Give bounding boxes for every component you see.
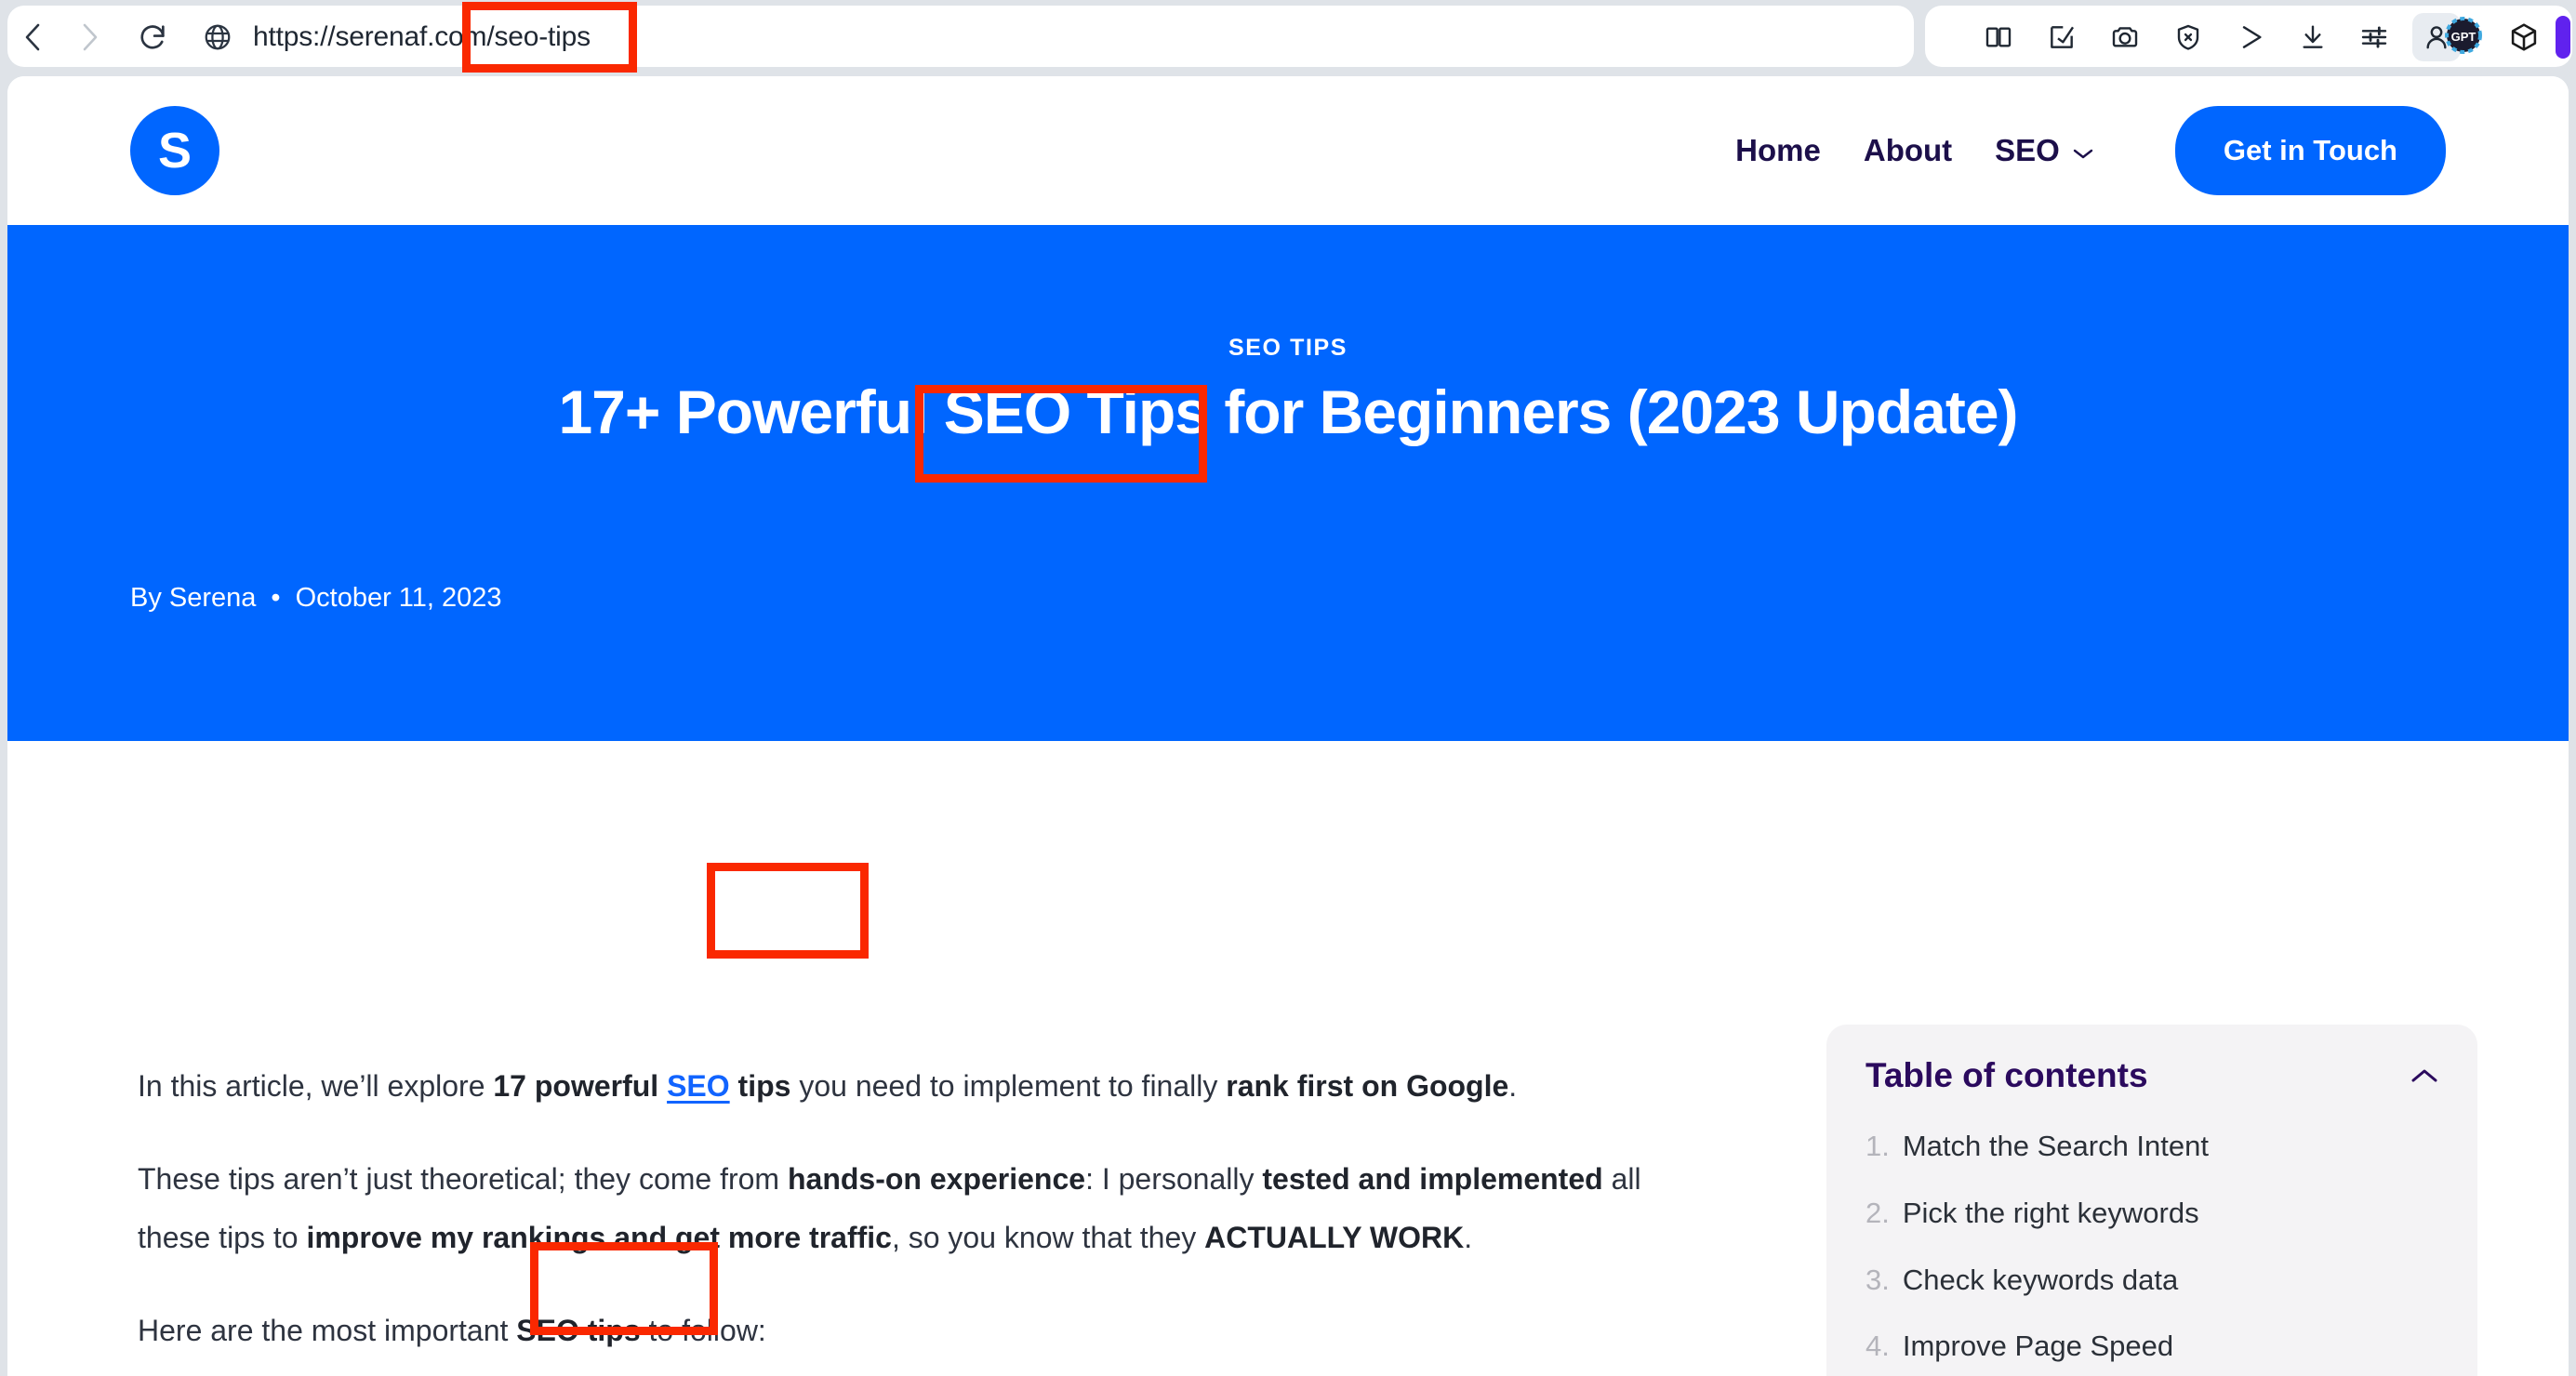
- byline-separator: •: [271, 583, 281, 613]
- get-in-touch-button[interactable]: Get in Touch: [2174, 106, 2446, 195]
- table-of-contents: Table of contents 1. Match the Search Int…: [1826, 1025, 2477, 1376]
- p3-bold-1: SEO tips: [516, 1314, 641, 1348]
- p3-text-2: to follow:: [640, 1314, 766, 1348]
- byline: By Serena • October 11, 2023: [130, 583, 502, 614]
- site-header: S Home About SEO Get in Touch: [7, 76, 2569, 225]
- toc-item-number: 2.: [1866, 1196, 1890, 1229]
- list-item[interactable]: 3. Check keywords data: [1866, 1263, 2440, 1299]
- p2-bold-4: ACTUALLY WORK: [1204, 1220, 1465, 1254]
- list-item[interactable]: 1. Match the Search Intent: [1866, 1129, 2440, 1165]
- chevron-up-icon[interactable]: [2409, 1065, 2440, 1086]
- p1-bold-2: tips: [729, 1069, 791, 1103]
- list-item[interactable]: 4. Improve Page Speed: [1866, 1329, 2440, 1365]
- p2-bold-2: tested and implemented: [1262, 1162, 1603, 1197]
- sliders-icon[interactable]: [2353, 16, 2396, 59]
- browser-window: https://serenaf.com/seo-tips GPT S Home …: [0, 0, 2576, 1376]
- globe-icon: [197, 17, 238, 58]
- hero-eyebrow: SEO TIPS: [1228, 335, 1348, 361]
- annotate-icon[interactable]: [2040, 16, 2083, 59]
- hero-title-before: 17+ Powerful: [558, 377, 944, 446]
- shield-block-icon[interactable]: [2167, 16, 2210, 59]
- page-content: S Home About SEO Get in Touch SEO TIPS 1…: [7, 76, 2569, 1376]
- reading-list-icon[interactable]: [1977, 16, 2020, 59]
- seo-inline-link[interactable]: SEO: [667, 1069, 730, 1103]
- hero-title-after: for Beginners (2023 Update): [1207, 377, 2018, 446]
- reload-icon[interactable]: [132, 17, 173, 58]
- nav-item-seo[interactable]: SEO: [1995, 133, 2095, 168]
- toc-title: Table of contents: [1866, 1056, 2148, 1094]
- back-icon[interactable]: [13, 17, 54, 58]
- toc-item-number: 1.: [1866, 1130, 1890, 1162]
- toc-item-number: 3.: [1866, 1263, 1890, 1296]
- toc-header[interactable]: Table of contents: [1866, 1056, 2440, 1095]
- p1-bold-3: rank first on Google: [1226, 1069, 1509, 1103]
- p1-text-2: you need to implement to finally: [790, 1069, 1227, 1103]
- byline-date: October 11, 2023: [295, 583, 502, 613]
- site-logo[interactable]: S: [130, 106, 219, 195]
- nav-item-home[interactable]: Home: [1735, 133, 1821, 168]
- article-body: In this article, we’ll explore 17 powerf…: [138, 1057, 1644, 1376]
- toc-item-label: Check keywords data: [1902, 1263, 2179, 1296]
- hero-title-keyword: SEO Tips: [943, 377, 1209, 446]
- list-item[interactable]: 2. Pick the right keywords: [1866, 1196, 2440, 1232]
- article-paragraph-2: These tips aren’t just theoretical; they…: [138, 1150, 1644, 1266]
- p2-text-4: , so you know that they: [891, 1220, 1205, 1254]
- p1-bold-1: 17 powerful: [493, 1069, 668, 1103]
- p2-text-2: : I personally: [1085, 1162, 1263, 1197]
- forward-icon[interactable]: [69, 17, 110, 58]
- nav-item-seo-label: SEO: [1995, 133, 2060, 167]
- toc-item-label: Pick the right keywords: [1902, 1196, 2199, 1229]
- p2-bold-1: hands-on experience: [787, 1162, 1086, 1197]
- cube-extension-icon[interactable]: [2503, 17, 2544, 58]
- p1-text-1: In this article, we’ll explore: [138, 1069, 494, 1103]
- main-navigation: Home About SEO Get in Touch: [1735, 106, 2446, 195]
- gpt-extension-icon[interactable]: GPT: [2442, 16, 2485, 59]
- chevron-down-icon: [2071, 133, 2095, 168]
- purple-bar-indicator[interactable]: [2556, 16, 2570, 59]
- browser-toolbar: https://serenaf.com/seo-tips GPT: [0, 0, 2576, 74]
- p3-text-1: Here are the most important: [138, 1314, 517, 1348]
- camera-icon[interactable]: [2104, 16, 2146, 59]
- toc-list: 1. Match the Search Intent 2. Pick the rig…: [1866, 1129, 2440, 1376]
- byline-author: By Serena: [130, 583, 257, 613]
- hero-section: SEO TIPS 17+ Powerful SEO Tips for Begin…: [7, 225, 2569, 741]
- url-text[interactable]: https://serenaf.com/seo-tips: [253, 21, 591, 53]
- svg-text:GPT: GPT: [2451, 30, 2476, 44]
- article-paragraph-1: In this article, we’ll explore 17 powerf…: [138, 1057, 1644, 1115]
- send-icon[interactable]: [2230, 16, 2273, 59]
- nav-item-about[interactable]: About: [1864, 133, 1952, 168]
- page-title: 17+ Powerful SEO Tips for Beginners (202…: [7, 374, 2569, 451]
- p2-text-5: .: [1464, 1220, 1473, 1254]
- toc-item-number: 4.: [1866, 1330, 1890, 1363]
- p1-text-3: .: [1508, 1069, 1518, 1103]
- toc-item-label: Improve Page Speed: [1902, 1330, 2174, 1363]
- toc-item-label: Match the Search Intent: [1902, 1130, 2209, 1162]
- p2-bold-3: improve my rankings and get more traffic: [306, 1220, 892, 1254]
- download-icon[interactable]: [2291, 16, 2334, 59]
- article-paragraph-3: Here are the most important SEO tips to …: [138, 1302, 1644, 1359]
- p2-text-1: These tips aren’t just theoretical; they…: [138, 1162, 788, 1197]
